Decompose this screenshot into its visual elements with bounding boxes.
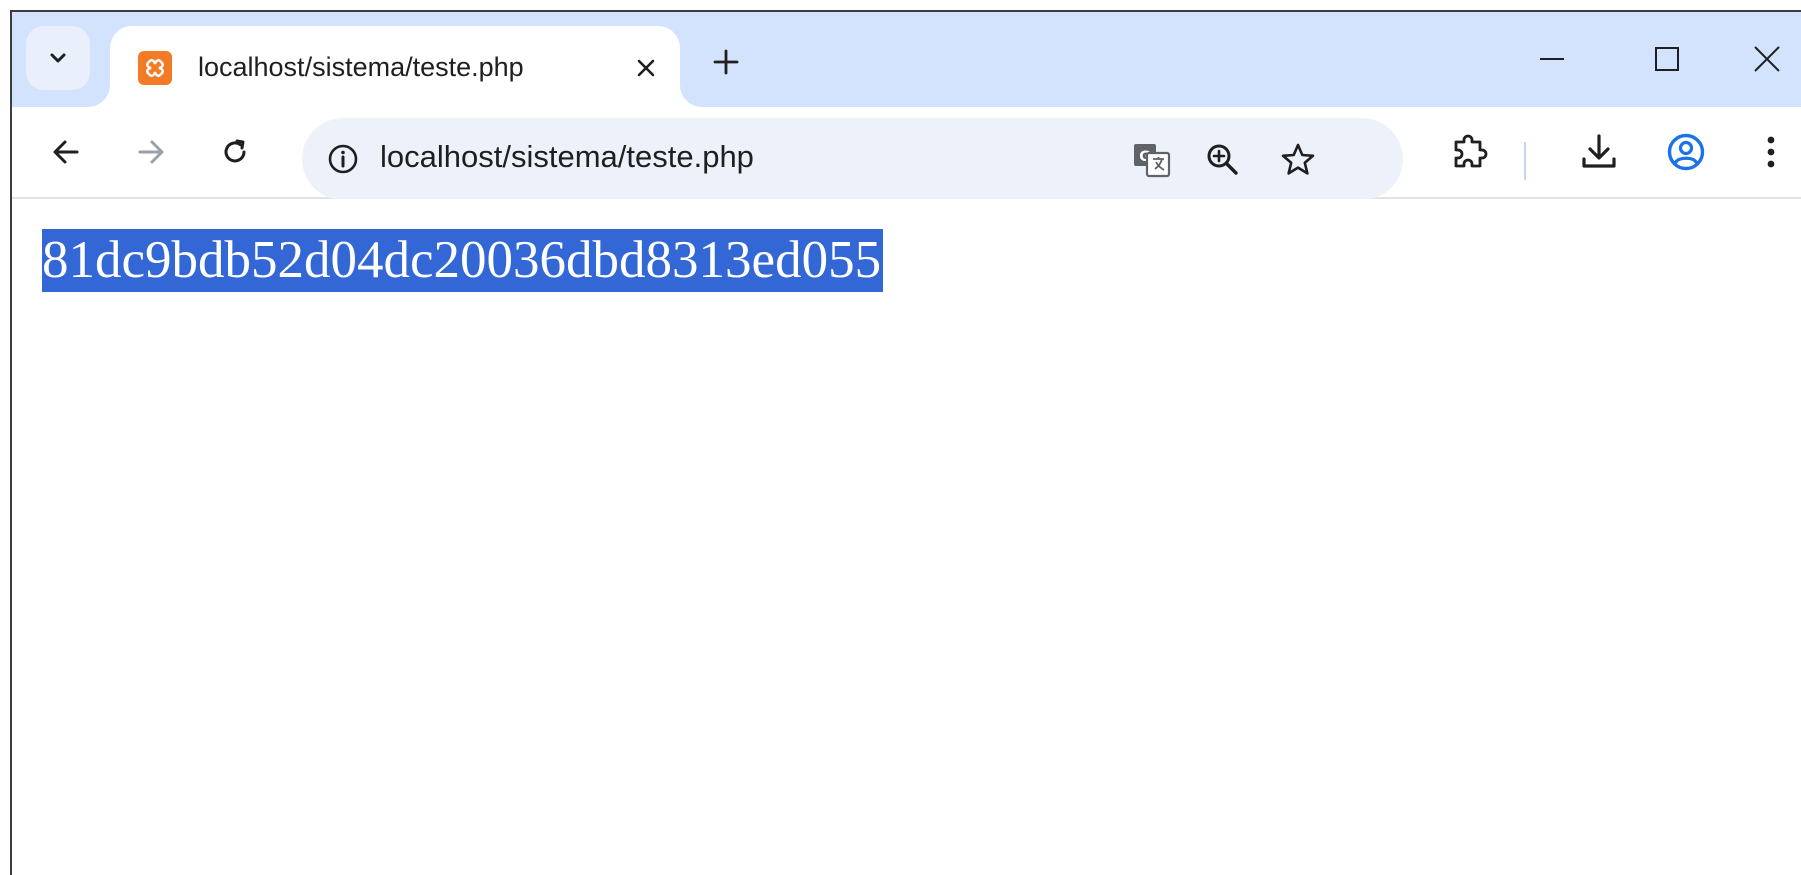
new-tab-button[interactable] <box>706 42 746 82</box>
maximize-icon <box>1655 47 1679 71</box>
info-icon <box>328 144 358 174</box>
reload-icon <box>224 139 246 163</box>
star-icon <box>1281 143 1315 175</box>
xampp-icon <box>138 51 172 85</box>
hash-output-text[interactable]: 81dc9bdb52d04dc20036dbd8313ed055 <box>42 229 884 292</box>
arrow-right-icon <box>138 140 164 164</box>
browser-window: localhost/sistema/teste.php localhost/si… <box>10 10 1801 875</box>
translate-icon: G <box>1134 144 1171 178</box>
tab-search-button[interactable] <box>26 26 90 90</box>
profile-button[interactable] <box>1664 130 1708 174</box>
back-button[interactable] <box>44 130 88 174</box>
puzzle-icon <box>1454 134 1488 168</box>
arrow-left-icon <box>53 140 79 164</box>
window-minimize-button[interactable] <box>1522 34 1582 84</box>
plus-icon <box>713 49 739 75</box>
toolbar: localhost/sistema/teste.php G <box>12 107 1801 200</box>
tab-strip: localhost/sistema/teste.php <box>12 12 1801 107</box>
site-info-button[interactable] <box>322 138 364 180</box>
address-bar[interactable]: localhost/sistema/teste.php G <box>302 118 1403 200</box>
tab-close-button[interactable] <box>626 48 666 88</box>
close-icon <box>1754 46 1780 72</box>
window-maximize-button[interactable] <box>1637 34 1697 84</box>
reload-button[interactable] <box>213 130 257 174</box>
translate-button[interactable]: G <box>1130 138 1174 182</box>
bookmark-button[interactable] <box>1276 138 1320 182</box>
window-close-button[interactable] <box>1737 34 1797 84</box>
tab-title: localhost/sistema/teste.php <box>198 52 524 82</box>
tab-active[interactable]: localhost/sistema/teste.php <box>110 26 680 107</box>
profile-icon <box>1667 133 1705 171</box>
menu-button[interactable] <box>1749 130 1793 174</box>
extensions-button[interactable] <box>1448 130 1492 174</box>
chevron-down-icon <box>50 53 66 63</box>
forward-button[interactable] <box>129 130 173 174</box>
page-content: 81dc9bdb52d04dc20036dbd8313ed055 <box>12 199 1801 875</box>
downloads-button[interactable] <box>1577 130 1621 174</box>
zoom-button[interactable] <box>1201 138 1245 182</box>
toolbar-divider <box>1524 142 1526 180</box>
close-icon <box>637 59 655 77</box>
zoom-in-icon <box>1207 144 1238 175</box>
minimize-icon <box>1540 58 1564 60</box>
address-url[interactable]: localhost/sistema/teste.php <box>380 139 754 175</box>
download-icon <box>1582 134 1616 168</box>
kebab-menu-icon <box>1767 136 1775 168</box>
